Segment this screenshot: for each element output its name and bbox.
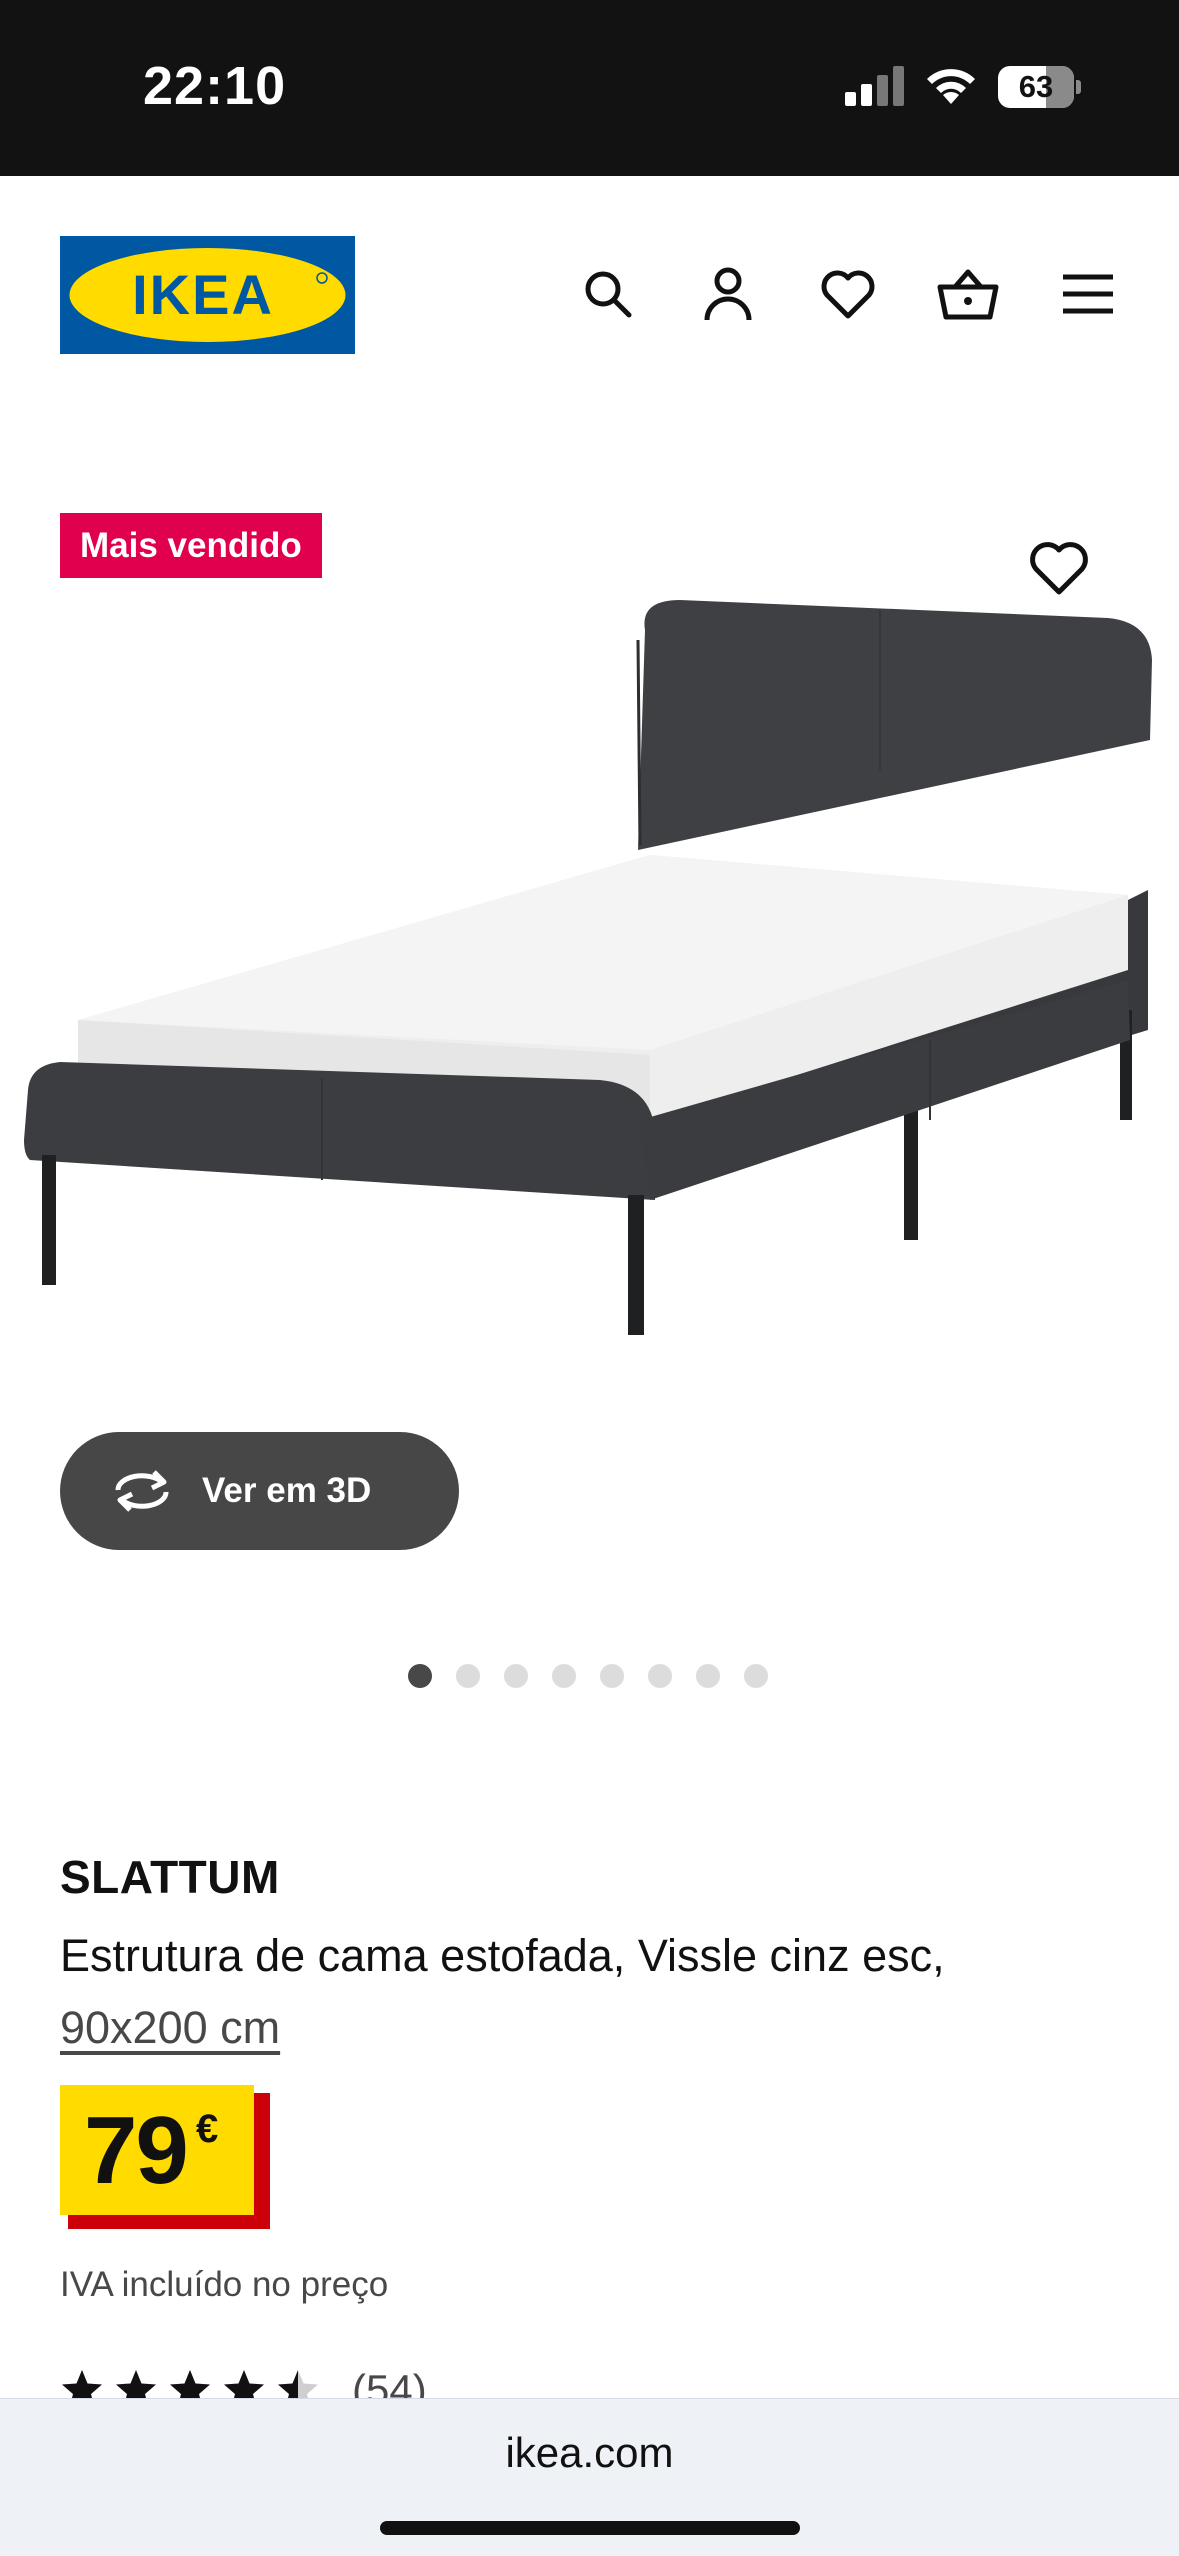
add-to-wishlist-icon[interactable]	[1028, 538, 1090, 600]
price-currency: €	[196, 2107, 219, 2151]
vat-note: IVA incluído no preço	[60, 2265, 389, 2304]
carousel-dot[interactable]	[744, 1664, 768, 1688]
battery-percentage: 63	[1018, 69, 1054, 104]
carousel-dot[interactable]	[648, 1664, 672, 1688]
view-in-3d-label: Ver em 3D	[202, 1471, 372, 1510]
cart-icon[interactable]	[936, 262, 1000, 326]
carousel-dot[interactable]	[552, 1664, 576, 1688]
carousel-dot[interactable]	[456, 1664, 480, 1688]
product-description: Estrutura de cama estofada, Vissle cinz …	[60, 1920, 1140, 2064]
image-carousel-indicator	[408, 1664, 768, 1688]
price-tag: 79 €	[60, 2085, 270, 2229]
carousel-dot[interactable]	[504, 1664, 528, 1688]
menu-icon[interactable]	[1056, 262, 1120, 326]
account-icon[interactable]	[696, 262, 760, 326]
carousel-dot[interactable]	[408, 1664, 432, 1688]
home-indicator	[380, 2521, 800, 2535]
ikea-logo[interactable]: IKEA	[60, 236, 355, 354]
product-image-bed[interactable]	[0, 600, 1179, 1460]
price-amount: 79	[84, 2097, 189, 2204]
browser-address-bar[interactable]: ikea.com	[0, 2398, 1179, 2556]
wifi-icon	[927, 69, 975, 104]
search-icon[interactable]	[576, 262, 640, 326]
product-size-link[interactable]: 90x200 cm	[60, 2002, 280, 2053]
cellular-signal-icon	[845, 66, 904, 106]
carousel-dot[interactable]	[600, 1664, 624, 1688]
bestseller-badge: Mais vendido	[60, 513, 322, 578]
site-header: IKEA	[0, 176, 1179, 420]
product-description-text: Estrutura de cama estofada, Vissle cinz …	[60, 1930, 945, 1981]
status-time: 22:10	[143, 56, 287, 116]
wishlist-icon[interactable]	[816, 262, 880, 326]
rotate-3d-icon	[115, 1470, 169, 1512]
status-bar: 22:10 63	[0, 0, 1179, 176]
carousel-dot[interactable]	[696, 1664, 720, 1688]
battery-icon: 63	[998, 66, 1081, 108]
url-text: ikea.com	[505, 2429, 674, 2476]
product-name: SLATTUM	[60, 1851, 280, 1903]
view-in-3d-button[interactable]: Ver em 3D	[60, 1432, 459, 1550]
logo-text: IKEA	[132, 263, 274, 326]
